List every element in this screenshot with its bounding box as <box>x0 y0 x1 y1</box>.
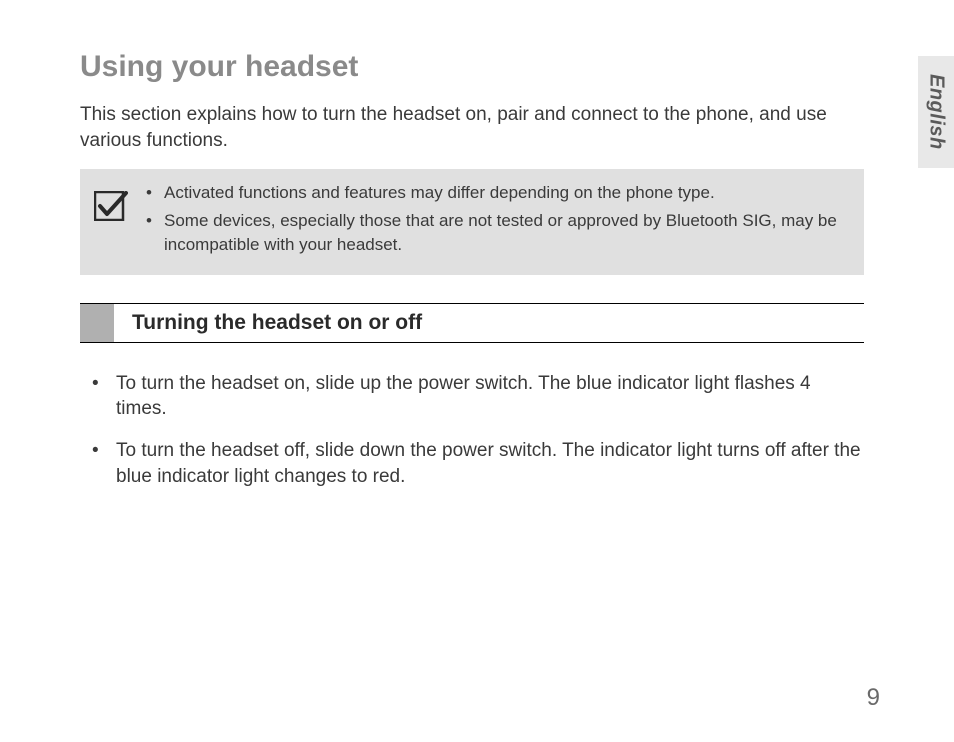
language-tab: English <box>918 56 954 168</box>
body-list: To turn the headset on, slide up the pow… <box>80 371 864 490</box>
note-item: Some devices, especially those that are … <box>146 209 850 257</box>
subsection-header: Turning the headset on or off <box>80 303 864 343</box>
note-list: Activated functions and features may dif… <box>146 181 850 260</box>
page-content: Using your headset This section explains… <box>0 0 954 535</box>
language-label: English <box>925 74 948 150</box>
checkmark-icon <box>94 191 128 226</box>
intro-paragraph: This section explains how to turn the he… <box>80 102 864 153</box>
list-item: To turn the headset on, slide up the pow… <box>84 371 864 422</box>
list-item: To turn the headset off, slide down the … <box>84 438 864 489</box>
note-item: Activated functions and features may dif… <box>146 181 850 205</box>
page-number: 9 <box>867 684 880 712</box>
subsection-title: Turning the headset on or off <box>114 304 422 342</box>
note-box: Activated functions and features may dif… <box>80 169 864 274</box>
page-title: Using your headset <box>80 50 864 84</box>
subsection-marker <box>80 304 114 342</box>
